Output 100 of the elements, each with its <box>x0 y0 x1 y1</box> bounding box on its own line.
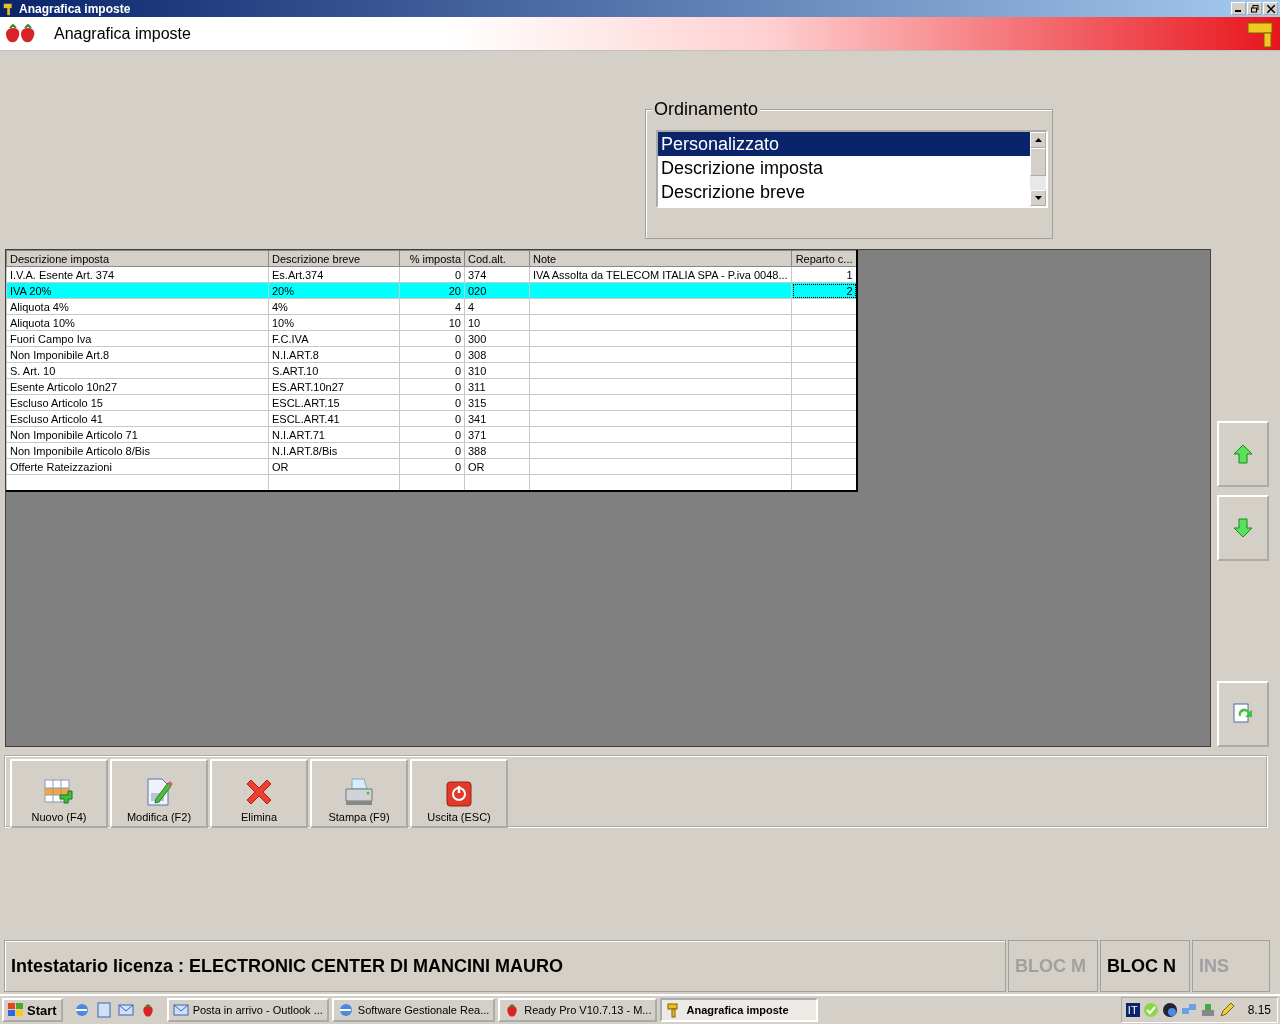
table-cell: Non Imponibile Articolo 71 <box>10 428 138 441</box>
table-cell: 0 <box>454 380 461 393</box>
key-indicator: BLOC N <box>1100 940 1190 992</box>
down-arrow-icon <box>1233 518 1253 538</box>
table-cell: S.ART.10 <box>272 364 319 377</box>
power-icon <box>446 781 472 807</box>
start-button[interactable]: Start <box>2 998 63 1022</box>
table-cell: Non Imponibile Articolo 8/Bis <box>10 444 150 457</box>
close-button[interactable] <box>1263 2 1278 15</box>
document-icon[interactable] <box>95 1002 112 1018</box>
table-cell: Esente Articolo 10n27 <box>10 380 118 393</box>
table-cell: Escluso Articolo 15 <box>10 396 103 409</box>
refresh-button[interactable] <box>1217 681 1269 747</box>
table-row[interactable]: Offerte Rateizzazioni OR 0 OR <box>6 458 857 475</box>
toolbar-button[interactable]: Nuovo (F4) <box>10 759 108 828</box>
grid-plus-icon <box>44 779 74 807</box>
table-cell: 10 <box>448 316 461 329</box>
table-cell: ESCL.ART.15 <box>272 396 340 409</box>
windows-logo-icon <box>8 1003 24 1017</box>
table-row[interactable]: Aliquota 4% 4% 4 4 <box>6 298 857 315</box>
toolbar-button[interactable]: Modifica (F2) <box>110 759 208 828</box>
list-option[interactable]: Descrizione breve <box>658 180 1030 204</box>
table-row[interactable]: I.V.A. Esente Art. 374 Es.Art.374 0 374 IVA Assolta da TELECOM ITALIA SPA - P.iva 0048... 1 <box>6 266 857 283</box>
table-cell: Fuori Campo Iva <box>10 332 92 345</box>
table-cell: Aliquota 4% <box>10 300 69 313</box>
table-row[interactable]: Escluso Articolo 15 ESCL.ART.15 0 315 <box>6 394 857 411</box>
restore-icon <box>1250 4 1259 13</box>
taskbar-button[interactable]: Ready Pro V10.7.13 - M... <box>498 998 658 1022</box>
printer-icon <box>343 777 375 807</box>
table-cell: OR <box>468 460 485 473</box>
table-row[interactable]: Fuori Campo Iva F.C.IVA 0 300 <box>6 330 857 347</box>
column-header[interactable]: Descrizione breve <box>268 250 400 267</box>
table-cell: 10% <box>272 316 295 329</box>
sort-listbox[interactable]: Personalizzato Descrizione imposta Descrizione breve <box>656 130 1048 208</box>
table-cell: 311 <box>468 380 486 393</box>
table-cell: 4 <box>468 300 475 313</box>
list-option[interactable]: Personalizzato <box>658 132 1030 156</box>
column-header[interactable]: Reparto c... <box>791 250 857 267</box>
table-cell: 0 <box>454 268 461 281</box>
table-cell: Escluso Articolo 41 <box>10 412 103 425</box>
restore-button[interactable] <box>1247 2 1262 15</box>
table-cell: ESCL.ART.41 <box>272 412 340 425</box>
column-header[interactable]: % imposta <box>399 250 465 267</box>
table-cell: 315 <box>468 396 487 409</box>
table-cell: 308 <box>468 348 487 361</box>
table-cell: 0 <box>454 396 461 409</box>
table-cell: I.V.A. Esente Art. 374 <box>10 268 115 281</box>
table-row[interactable]: Non Imponibile Articolo 8/Bis N.I.ART.8/Bis 0 388 <box>6 442 857 459</box>
scroll-up-icon[interactable] <box>1034 138 1042 142</box>
table-cell: OR <box>272 460 289 473</box>
taskbar-button[interactable]: Software Gestionale Rea... <box>331 998 496 1022</box>
device-icon[interactable] <box>1199 1002 1216 1018</box>
table-cell: 4 <box>454 300 461 313</box>
toolbar-button[interactable]: Elimina <box>210 759 308 828</box>
move-up-button[interactable] <box>1217 421 1269 487</box>
move-down-button[interactable] <box>1217 495 1269 561</box>
table-row[interactable]: IVA 20% 20% 20 020 2 <box>6 282 857 299</box>
table-cell: ES.ART.10n27 <box>272 380 344 393</box>
scrollbar[interactable] <box>1030 132 1046 206</box>
table-cell: 10 <box>468 316 481 329</box>
list-option[interactable]: Descrizione imposta <box>658 156 1030 180</box>
taskbar-button[interactable]: Posta in arrivo - Outlook ... <box>166 998 329 1022</box>
column-header[interactable]: Descrizione imposta <box>6 250 269 267</box>
table-cell: 0 <box>454 364 461 377</box>
toolbar-button[interactable]: Uscita (ESC) <box>410 759 508 828</box>
minimize-button[interactable] <box>1231 2 1246 15</box>
scroll-down-icon[interactable] <box>1034 196 1042 200</box>
window-title: Anagrafica imposte <box>19 1 131 16</box>
table-cell: F.C.IVA <box>272 332 309 345</box>
table-cell: 388 <box>468 444 487 457</box>
table-cell: 0 <box>454 348 461 361</box>
column-header[interactable]: Cod.alt. <box>464 250 530 267</box>
table-cell: 0 <box>454 412 461 425</box>
pencil-icon[interactable] <box>1218 1002 1235 1018</box>
table-cell: IVA Assolta da TELECOM ITALIA SPA - P.iva 0048... <box>533 268 788 281</box>
cross-icon <box>244 777 274 807</box>
taskbar-button[interactable]: Anagrafica imposte <box>660 998 819 1022</box>
table-cell: 20% <box>272 284 295 297</box>
table-cell: N.I.ART.71 <box>272 428 325 441</box>
table-row[interactable]: S. Art. 10 S.ART.10 0 310 <box>6 362 857 379</box>
table-row[interactable]: Non Imponibile Art.8 N.I.ART.8 0 308 <box>6 346 857 363</box>
table-row[interactable]: Escluso Articolo 41 ESCL.ART.41 0 341 <box>6 410 857 427</box>
toolbar-button[interactable]: Stampa (F9) <box>310 759 408 828</box>
table-cell: 0 <box>454 428 461 441</box>
column-header[interactable]: Note <box>529 250 792 267</box>
table-row[interactable]: Non Imponibile Articolo 71 N.I.ART.71 0 371 <box>6 426 857 443</box>
table-cell: 4% <box>272 300 288 313</box>
table-row[interactable]: Aliquota 10% 10% 10 10 <box>6 314 857 331</box>
language-indicator[interactable]: IT <box>1125 1003 1140 1017</box>
table-cell: 020 <box>468 284 487 297</box>
table-cell: 0 <box>454 444 461 457</box>
table-cell: 0 <box>454 460 461 473</box>
globe-icon[interactable] <box>1161 1002 1178 1018</box>
table-row[interactable]: Esente Articolo 10n27 ES.ART.10n27 0 311 <box>6 378 857 395</box>
table-cell: Offerte Rateizzazioni <box>10 460 112 473</box>
table-cell: N.I.ART.8/Bis <box>272 444 338 457</box>
table-cell: IVA 20% <box>10 284 52 297</box>
document-pencil-icon <box>144 777 174 807</box>
table-cell: 1 <box>846 268 853 281</box>
table-cell: 374 <box>468 268 487 281</box>
